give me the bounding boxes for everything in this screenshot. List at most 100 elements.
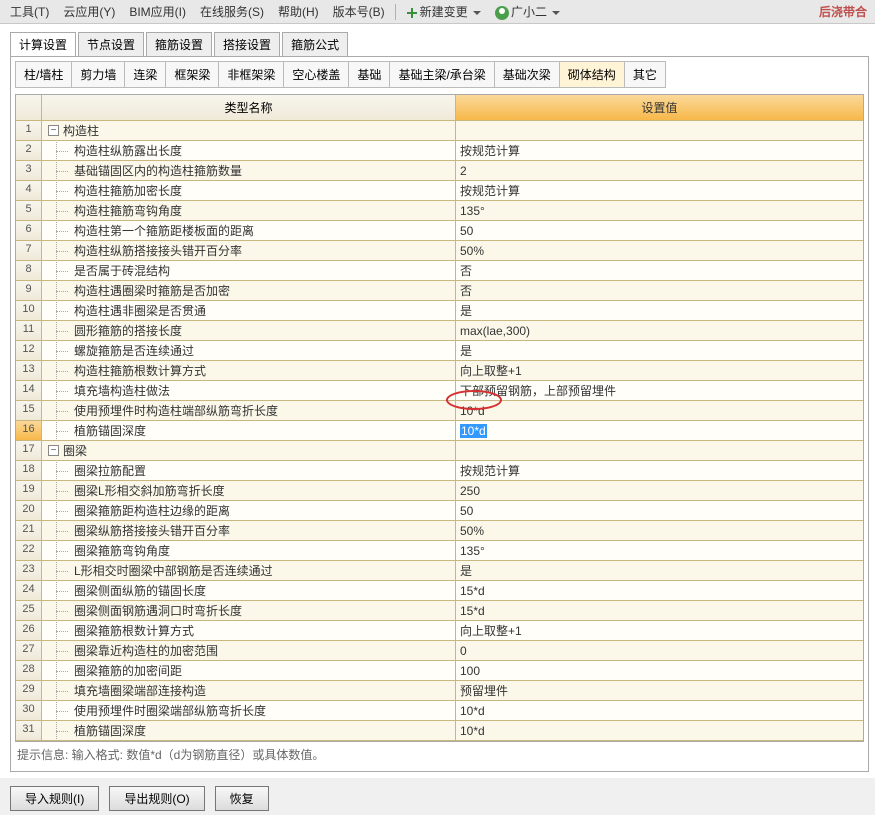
subtab-7[interactable]: 基础主梁/承台梁: [389, 61, 493, 88]
grid-row[interactable]: 12螺旋箍筋是否连续通过是: [16, 341, 863, 361]
grid-row[interactable]: 5构造柱箍筋弯钩角度135°: [16, 201, 863, 221]
row-value-cell[interactable]: 按规范计算: [456, 141, 863, 160]
user-menu[interactable]: 广小二: [489, 1, 566, 22]
grid-row[interactable]: 24圈梁侧面纵筋的锚固长度15*d: [16, 581, 863, 601]
grid-row[interactable]: 20圈梁箍筋距构造柱边缘的距离50: [16, 501, 863, 521]
tab-overlap-settings[interactable]: 搭接设置: [214, 32, 280, 56]
subtab-2[interactable]: 连梁: [124, 61, 165, 88]
row-value-cell[interactable]: 向上取整+1: [456, 621, 863, 640]
grid-row[interactable]: 8是否属于砖混结构否: [16, 261, 863, 281]
menu-version[interactable]: 版本号(B): [327, 1, 391, 22]
row-number: 13: [16, 361, 42, 380]
subtab-1[interactable]: 剪力墙: [71, 61, 124, 88]
collapse-icon[interactable]: −: [48, 125, 59, 136]
row-value-cell[interactable]: 0: [456, 641, 863, 660]
subtab-0[interactable]: 柱/墙柱: [15, 61, 71, 88]
grid-row[interactable]: 26圈梁箍筋根数计算方式向上取整+1: [16, 621, 863, 641]
subtab-5[interactable]: 空心楼盖: [283, 61, 348, 88]
grid-row[interactable]: 31植筋锚固深度10*d: [16, 721, 863, 741]
subtab-3[interactable]: 框架梁: [165, 61, 218, 88]
row-value-cell[interactable]: max(lae,300): [456, 321, 863, 340]
grid-row[interactable]: 13构造柱箍筋根数计算方式向上取整+1: [16, 361, 863, 381]
row-value: 下部预留钢筋，上部预留埋件: [460, 382, 616, 399]
row-value-cell[interactable]: 135°: [456, 201, 863, 220]
grid-row[interactable]: 10构造柱遇非圈梁是否贯通是: [16, 301, 863, 321]
grid-row[interactable]: 25圈梁侧面钢筋遇洞口时弯折长度15*d: [16, 601, 863, 621]
new-change-button[interactable]: 新建变更: [400, 1, 487, 22]
grid-row[interactable]: 27圈梁靠近构造柱的加密范围0: [16, 641, 863, 661]
grid-row[interactable]: 7构造柱纵筋搭接接头错开百分率50%: [16, 241, 863, 261]
row-value-cell[interactable]: 10*d: [456, 701, 863, 720]
subtab-9[interactable]: 砌体结构: [559, 61, 624, 88]
row-value: 135°: [460, 544, 485, 558]
grid-row[interactable]: 4构造柱箍筋加密长度按规范计算: [16, 181, 863, 201]
grid-row[interactable]: 3基础锚固区内的构造柱箍筋数量2: [16, 161, 863, 181]
grid-row[interactable]: 28圈梁箍筋的加密间距100: [16, 661, 863, 681]
grid-row[interactable]: 18圈梁拉筋配置按规范计算: [16, 461, 863, 481]
menu-tools[interactable]: 工具(T): [4, 1, 55, 22]
row-number: 24: [16, 581, 42, 600]
row-value-cell[interactable]: 100: [456, 661, 863, 680]
row-value-cell[interactable]: 50: [456, 501, 863, 520]
row-value-cell[interactable]: 否: [456, 261, 863, 280]
row-value-cell[interactable]: 15*d: [456, 601, 863, 620]
row-value-cell[interactable]: 向上取整+1: [456, 361, 863, 380]
grid-row[interactable]: 9构造柱遇圈梁时箍筋是否加密否: [16, 281, 863, 301]
menu-bim[interactable]: BIM应用(I): [123, 1, 192, 22]
export-rules-button[interactable]: 导出规则(O): [109, 786, 204, 811]
row-value-cell[interactable]: 15*d: [456, 581, 863, 600]
import-rules-button[interactable]: 导入规则(I): [10, 786, 99, 811]
tree-line-icon: [48, 182, 74, 199]
row-value-cell[interactable]: 50%: [456, 241, 863, 260]
grid-row[interactable]: 22圈梁箍筋弯钩角度135°: [16, 541, 863, 561]
row-value-cell[interactable]: 按规范计算: [456, 461, 863, 480]
restore-button[interactable]: 恢复: [215, 786, 269, 811]
grid-row[interactable]: 21圈梁纵筋搭接接头错开百分率50%: [16, 521, 863, 541]
row-value-cell[interactable]: 10*d: [456, 421, 863, 440]
row-name-cell: 填充墙构造柱做法: [42, 381, 456, 400]
grid-row[interactable]: 29填充墙圈梁端部连接构造预留埋件: [16, 681, 863, 701]
grid-row[interactable]: 1−构造柱: [16, 121, 863, 141]
grid-row[interactable]: 23L形相交时圈梁中部钢筋是否连续通过是: [16, 561, 863, 581]
grid-row[interactable]: 16植筋锚固深度10*d: [16, 421, 863, 441]
row-value-cell[interactable]: 50: [456, 221, 863, 240]
grid-row[interactable]: 14填充墙构造柱做法下部预留钢筋，上部预留埋件: [16, 381, 863, 401]
row-value-cell[interactable]: 下部预留钢筋，上部预留埋件: [456, 381, 863, 400]
row-value-cell[interactable]: 是: [456, 561, 863, 580]
row-value-cell[interactable]: [456, 121, 863, 140]
row-value-cell[interactable]: 2: [456, 161, 863, 180]
row-value-cell[interactable]: 否: [456, 281, 863, 300]
menu-cloud[interactable]: 云应用(Y): [57, 1, 121, 22]
menu-help[interactable]: 帮助(H): [272, 1, 325, 22]
row-value-cell[interactable]: 按规范计算: [456, 181, 863, 200]
grid-row[interactable]: 2构造柱纵筋露出长度按规范计算: [16, 141, 863, 161]
grid-row[interactable]: 30使用预埋件时圈梁端部纵筋弯折长度10*d: [16, 701, 863, 721]
menu-online[interactable]: 在线服务(S): [194, 1, 270, 22]
row-value-cell[interactable]: 135°: [456, 541, 863, 560]
grid-row[interactable]: 11圆形箍筋的搭接长度max(lae,300): [16, 321, 863, 341]
row-number: 23: [16, 561, 42, 580]
row-value-cell[interactable]: 10*d: [456, 401, 863, 420]
grid-row[interactable]: 6构造柱第一个箍筋距楼板面的距离50: [16, 221, 863, 241]
tab-stirrup-formula[interactable]: 箍筋公式: [282, 32, 348, 56]
grid-row[interactable]: 15使用预埋件时构造柱端部纵筋弯折长度10*d: [16, 401, 863, 421]
tab-calc-settings[interactable]: 计算设置: [10, 32, 76, 56]
tab-stirrup-settings[interactable]: 箍筋设置: [146, 32, 212, 56]
row-value-cell[interactable]: 50%: [456, 521, 863, 540]
row-value-cell[interactable]: 预留埋件: [456, 681, 863, 700]
grid-row[interactable]: 17−圈梁: [16, 441, 863, 461]
row-value-cell[interactable]: [456, 441, 863, 460]
row-value-cell[interactable]: 是: [456, 301, 863, 320]
row-value-cell[interactable]: 是: [456, 341, 863, 360]
subtab-6[interactable]: 基础: [348, 61, 389, 88]
subtab-8[interactable]: 基础次梁: [494, 61, 559, 88]
row-value-cell[interactable]: 10*d: [456, 721, 863, 740]
row-value: 按规范计算: [460, 462, 520, 479]
row-value-cell[interactable]: 250: [456, 481, 863, 500]
subtab-4[interactable]: 非框架梁: [218, 61, 283, 88]
tab-node-settings[interactable]: 节点设置: [78, 32, 144, 56]
row-number: 10: [16, 301, 42, 320]
collapse-icon[interactable]: −: [48, 445, 59, 456]
subtab-10[interactable]: 其它: [624, 61, 666, 88]
grid-row[interactable]: 19圈梁L形相交斜加筋弯折长度250: [16, 481, 863, 501]
